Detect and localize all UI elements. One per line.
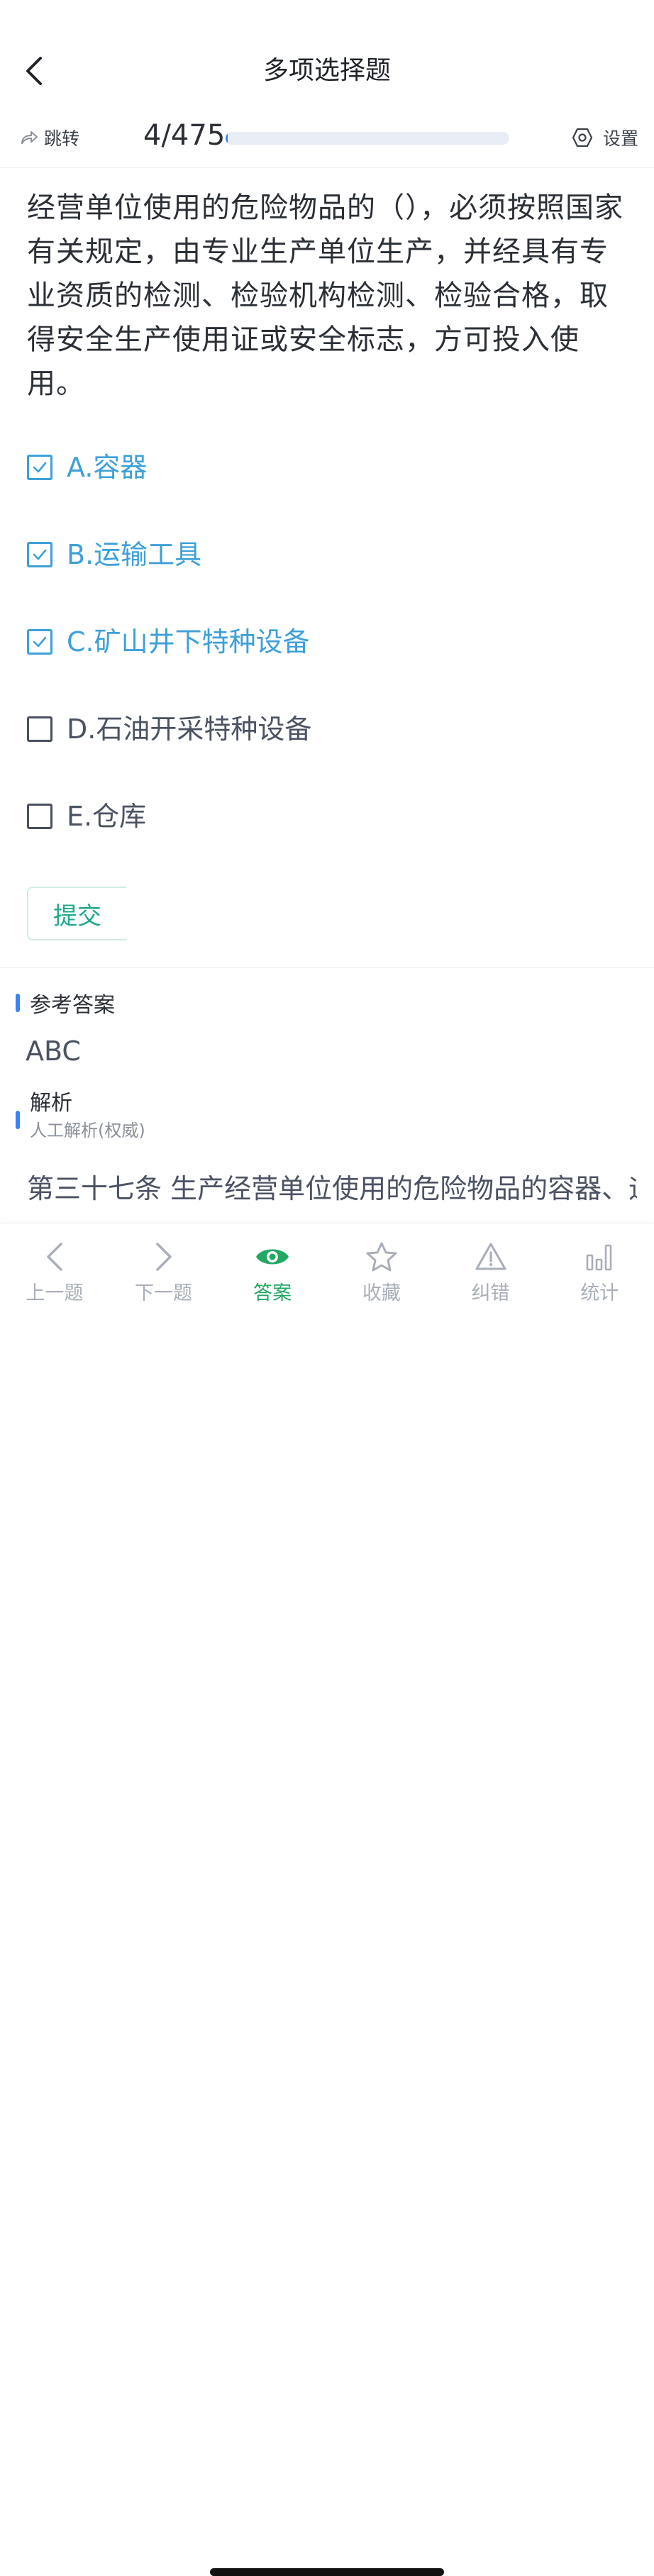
check-icon	[33, 636, 47, 648]
tab-label: 下一题	[135, 1282, 192, 1304]
star-icon	[366, 1242, 397, 1272]
option-a[interactable]: A.容器	[27, 444, 630, 531]
option-list: A.容器 B.运输工具 C.矿山井下特种设备 D.石油开采特种设备 E.仓库	[27, 444, 630, 880]
tab-statistics[interactable]: 统计	[545, 1223, 654, 1309]
tab-answer[interactable]: 答案	[218, 1223, 327, 1309]
question-counter: 4/475	[143, 119, 226, 152]
settings-label: 设置	[602, 128, 638, 149]
submit-button[interactable]: 提交	[27, 887, 126, 940]
checkbox[interactable]	[27, 629, 52, 655]
tab-next[interactable]: 下一题	[109, 1223, 218, 1309]
reference-answer-title: 参考答案	[30, 993, 115, 1018]
reference-answer-header: 参考答案	[16, 987, 115, 1018]
question-text: 经营单位使用的危险物品的（），必须按照国家有关规定，由专业生产单位生产，并经具有…	[27, 191, 623, 400]
warning-icon	[475, 1243, 506, 1270]
tab-label: 上一题	[26, 1282, 84, 1304]
option-label: D.石油开采特种设备	[67, 714, 312, 745]
jump-button[interactable]: 跳转	[20, 125, 79, 150]
settings-button[interactable]: 设置	[572, 125, 638, 150]
tab-previous[interactable]: 上一题	[0, 1223, 109, 1309]
home-indicator	[210, 2568, 444, 2576]
option-label: C.矿山井下特种设备	[67, 626, 310, 657]
option-c[interactable]: C.矿山井下特种设备	[27, 618, 630, 706]
page-title: 多项选择题	[262, 56, 391, 85]
progress-row: 跳转 4/475 设置	[0, 113, 654, 168]
option-label: E.仓库	[67, 801, 147, 832]
option-b[interactable]: B.运输工具	[27, 531, 630, 618]
tab-report-error[interactable]: 纠错	[436, 1223, 545, 1309]
accent-bar	[16, 1111, 20, 1129]
reference-answer-value: ABC	[26, 1036, 81, 1067]
tab-label: 收藏	[362, 1282, 401, 1304]
analysis-title: 解析	[30, 1091, 72, 1116]
option-d[interactable]: D.石油开采特种设备	[27, 706, 630, 793]
chevron-left-icon	[47, 1243, 62, 1271]
share-arrow-icon	[21, 131, 38, 144]
analysis-header: 解析 人工解析(权威)	[16, 1089, 145, 1143]
checkbox[interactable]	[27, 716, 52, 742]
check-icon	[33, 462, 47, 473]
checkbox[interactable]	[27, 804, 52, 829]
option-label: A.容器	[67, 452, 148, 483]
settings-hex-icon	[572, 128, 593, 148]
option-label: B.运输工具	[67, 539, 202, 570]
tab-label: 纠错	[471, 1282, 510, 1304]
progress-bar	[226, 132, 509, 145]
checkbox[interactable]	[27, 542, 52, 567]
bar-chart-icon	[586, 1244, 612, 1271]
check-icon	[33, 549, 47, 560]
tab-label: 答案	[253, 1282, 292, 1304]
tab-favorite[interactable]: 收藏	[327, 1223, 436, 1309]
analysis-source: 人工解析(权威)	[30, 1121, 145, 1140]
chevron-right-icon	[155, 1243, 172, 1271]
tab-label: 统计	[580, 1282, 619, 1304]
divider	[0, 967, 654, 968]
option-e[interactable]: E.仓库	[27, 793, 630, 880]
top-nav: 多项选择题	[0, 0, 654, 106]
checkbox[interactable]	[27, 455, 52, 480]
accent-bar	[16, 994, 20, 1012]
bottom-tab-bar: 上一题 下一题 答案 收藏 纠错 统计	[0, 1223, 654, 2576]
progress-fill	[226, 132, 228, 145]
eye-icon	[256, 1249, 289, 1265]
jump-label: 跳转	[44, 128, 80, 149]
